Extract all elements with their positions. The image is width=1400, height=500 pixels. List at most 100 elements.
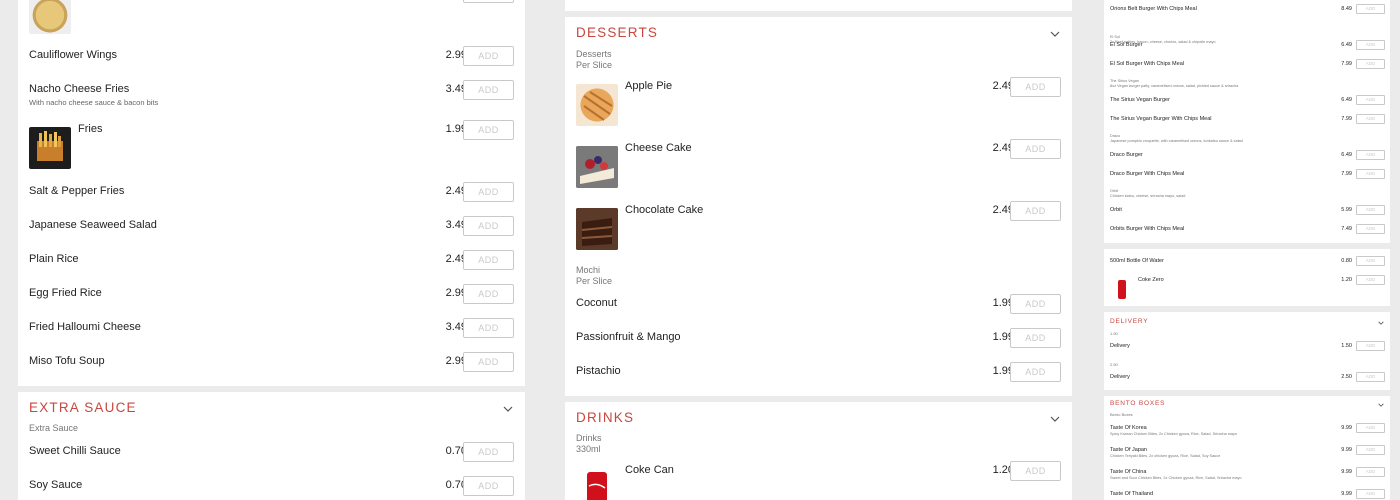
item-name: Draco Burger (1110, 152, 1143, 158)
item-price: 6.49 (1341, 97, 1352, 103)
add-button[interactable]: ADD (1356, 169, 1385, 179)
add-button[interactable]: ADD (1356, 40, 1385, 50)
item-description: Spicy Korean Chicken Bites, 2x Chicken g… (1110, 432, 1238, 436)
section-title: EXTRA SAUCE (29, 400, 137, 415)
add-button[interactable]: ADD (1356, 95, 1385, 105)
group-subtitle: 330ml (576, 444, 601, 454)
chocolate-cake-thumbnail (576, 208, 618, 250)
menu-item: Coke Zero 1.20 ADD (1104, 275, 1390, 303)
chevron-down-icon[interactable] (1050, 414, 1060, 424)
menu-item: Coke Can 1.20 ADD (565, 461, 1072, 500)
add-button[interactable]: ADD (1356, 114, 1385, 124)
add-button[interactable]: ADD (1010, 77, 1061, 97)
add-button[interactable]: ADD (463, 120, 514, 140)
add-button[interactable]: ADD (1356, 150, 1385, 160)
menu-item: Draco Burger With Chips Meal 7.99 ADD (1104, 169, 1390, 185)
add-button[interactable]: ADD (463, 0, 514, 3)
item-price: 8.49 (1341, 6, 1352, 12)
menu-item: The Sirius Vegan Burger With Chips Meal … (1104, 114, 1390, 130)
item-description: Sweet and Sour Chicken Bites, 2x Chicken… (1110, 476, 1242, 480)
add-button[interactable]: ADD (463, 80, 514, 100)
menu-column-left: ADD Cauliflower Wings 2.99 ADD Nacho Che… (18, 0, 525, 500)
add-button[interactable]: ADD (1356, 275, 1385, 285)
add-button[interactable]: ADD (1356, 205, 1385, 215)
add-button[interactable]: ADD (1356, 423, 1385, 433)
add-button[interactable]: ADD (1356, 59, 1385, 69)
add-button[interactable]: ADD (1356, 4, 1385, 14)
chevron-down-icon[interactable] (1378, 320, 1384, 326)
menu-column-right: Orions Belt Burger With Chips Meal 8.49 … (1104, 0, 1390, 500)
add-button[interactable]: ADD (1356, 489, 1385, 499)
add-button[interactable]: ADD (1356, 372, 1385, 382)
add-button[interactable]: ADD (1010, 201, 1061, 221)
item-name: The Sirius Vegan Burger (1110, 97, 1170, 103)
coke-zero-thumbnail (1114, 278, 1130, 300)
add-button[interactable]: ADD (1356, 467, 1385, 477)
item-price: 9.99 (1341, 447, 1352, 453)
menu-item: El Sol 2x Beef patties, bacon, cheese, c… (1104, 35, 1390, 56)
item-name: Orbits Burger With Chips Meal (1110, 226, 1185, 232)
menu-item: Salt & Pepper Fries 2.49 ADD (18, 182, 525, 215)
chevron-down-icon[interactable] (1050, 29, 1060, 39)
burgers-card: Orions Belt Burger With Chips Meal 8.49 … (1104, 0, 1390, 243)
section-title: DESSERTS (576, 25, 659, 40)
chevron-down-icon[interactable] (1378, 402, 1384, 408)
item-name: Sweet Chilli Sauce (29, 445, 121, 457)
menu-item: Taste Of Korea Spicy Korean Chicken Bite… (1104, 423, 1390, 439)
add-button[interactable]: ADD (463, 182, 514, 202)
menu-item: Miso Tofu Soup 2.99 ADD (18, 352, 525, 385)
menu-item: Taste Of Japan Chicken Teriyaki Bites, 2… (1104, 445, 1390, 461)
add-button[interactable]: ADD (463, 476, 514, 496)
menu-item: 500ml Bottle Of Water 0.80 ADD (1104, 256, 1390, 272)
menu-item-partial: ADD (18, 0, 525, 16)
add-button[interactable]: ADD (463, 442, 514, 462)
item-name: Salt & Pepper Fries (29, 185, 125, 197)
coke-can-thumbnail (576, 468, 618, 500)
menu-item: Draco Japanese pumpkin croquette, with c… (1104, 134, 1390, 166)
add-button[interactable]: ADD (463, 284, 514, 304)
add-button[interactable]: ADD (1010, 328, 1061, 348)
add-button[interactable]: ADD (463, 250, 514, 270)
group-title: Drinks (576, 433, 602, 443)
item-name: Plain Rice (29, 253, 79, 265)
previous-card-end (565, 0, 1072, 11)
menu-item: Coconut 1.99 ADD (565, 294, 1072, 327)
menu-item: Cauliflower Wings 2.99 ADD (18, 46, 525, 79)
item-name: 500ml Bottle Of Water (1110, 258, 1164, 264)
item-name: Taste Of Thailand (1110, 491, 1154, 497)
item-price: 7.49 (1341, 226, 1352, 232)
add-button[interactable]: ADD (1356, 224, 1385, 234)
chevron-down-icon[interactable] (503, 404, 513, 414)
menu-item: Taste Of China Sweet and Sour Chicken Bi… (1104, 467, 1390, 483)
add-button[interactable]: ADD (1356, 256, 1385, 266)
item-name: Miso Tofu Soup (29, 355, 105, 367)
section-title: DRINKS (576, 410, 635, 425)
add-button[interactable]: ADD (463, 352, 514, 372)
bento-card: BENTO BOXES Bento Boxes Taste Of Korea S… (1104, 396, 1390, 500)
item-name: Pistachio (576, 365, 621, 377)
item-name: Fried Halloumi Cheese (29, 321, 141, 333)
add-button[interactable]: ADD (463, 318, 514, 338)
menu-item: Orbits Burger With Chips Meal 7.49 ADD (1104, 224, 1390, 240)
add-button[interactable]: ADD (1010, 362, 1061, 382)
add-button[interactable]: ADD (1356, 341, 1385, 351)
item-name: Orions Belt Burger With Chips Meal (1110, 6, 1197, 12)
menu-column-middle: DESSERTS Desserts Per Slice Apple Pie 2.… (565, 0, 1072, 500)
item-name: El Sol Burger With Chips Meal (1110, 61, 1184, 67)
item-name: El Sol Burger (1110, 42, 1143, 48)
group-subtitle: Per Slice (576, 276, 613, 286)
add-button[interactable]: ADD (463, 216, 514, 236)
item-price: 9.99 (1341, 425, 1352, 431)
add-button[interactable]: ADD (1356, 445, 1385, 455)
add-button[interactable]: ADD (1010, 139, 1061, 159)
add-button[interactable]: ADD (1010, 461, 1061, 481)
menu-item: Soy Sauce 0.70 ADD (18, 476, 525, 500)
item-price: 7.99 (1341, 171, 1352, 177)
item-name: The Sirius Vegan Burger With Chips Meal (1110, 116, 1212, 122)
menu-item: El Sol Burger With Chips Meal 7.99 ADD (1104, 59, 1390, 75)
sides-card: ADD Cauliflower Wings 2.99 ADD Nacho Che… (18, 0, 525, 386)
item-name: Delivery (1110, 374, 1130, 380)
add-button[interactable]: ADD (463, 46, 514, 66)
add-button[interactable]: ADD (1010, 294, 1061, 314)
item-price: 9.99 (1341, 491, 1352, 497)
